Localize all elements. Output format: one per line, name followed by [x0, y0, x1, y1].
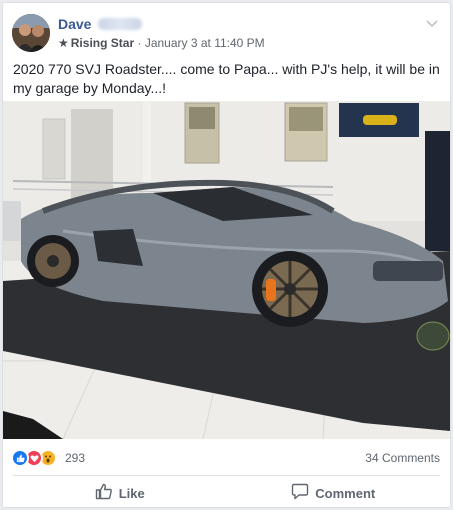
like-button[interactable]: Like: [13, 477, 227, 509]
post-photo[interactable]: [3, 101, 450, 439]
avatar[interactable]: [12, 14, 50, 52]
chevron-down-icon[interactable]: [426, 18, 438, 28]
like-reaction-icon: [11, 449, 29, 467]
post-actions: Like Comment: [13, 477, 440, 509]
author-name[interactable]: Dave: [58, 16, 91, 32]
reactions-count[interactable]: 293: [65, 451, 85, 465]
like-label: Like: [118, 485, 145, 501]
meta-separator: ·: [137, 36, 142, 50]
post-header: Dave ★ Rising Star · January 3 at 11:40 P…: [12, 14, 440, 54]
comment-button[interactable]: Comment: [227, 477, 441, 509]
post-timestamp[interactable]: January 3 at 11:40 PM: [145, 36, 265, 50]
speech-bubble-icon: [291, 483, 315, 503]
actions-divider: [13, 475, 440, 476]
post-meta: ★ Rising Star · January 3 at 11:40 PM: [58, 36, 265, 50]
comment-label: Comment: [315, 485, 376, 501]
redacted-surname: [98, 18, 142, 30]
post-stats: 293 34 Comments: [11, 449, 440, 467]
post-card: Dave ★ Rising Star · January 3 at 11:40 P…: [2, 2, 451, 508]
comments-count[interactable]: 34 Comments: [365, 451, 440, 465]
thumbs-up-icon: [95, 483, 119, 503]
post-text: 2020 770 SVJ Roadster.... come to Papa..…: [13, 61, 440, 96]
rising-star-badge[interactable]: Rising Star: [71, 36, 134, 50]
star-icon: ★: [58, 36, 69, 50]
